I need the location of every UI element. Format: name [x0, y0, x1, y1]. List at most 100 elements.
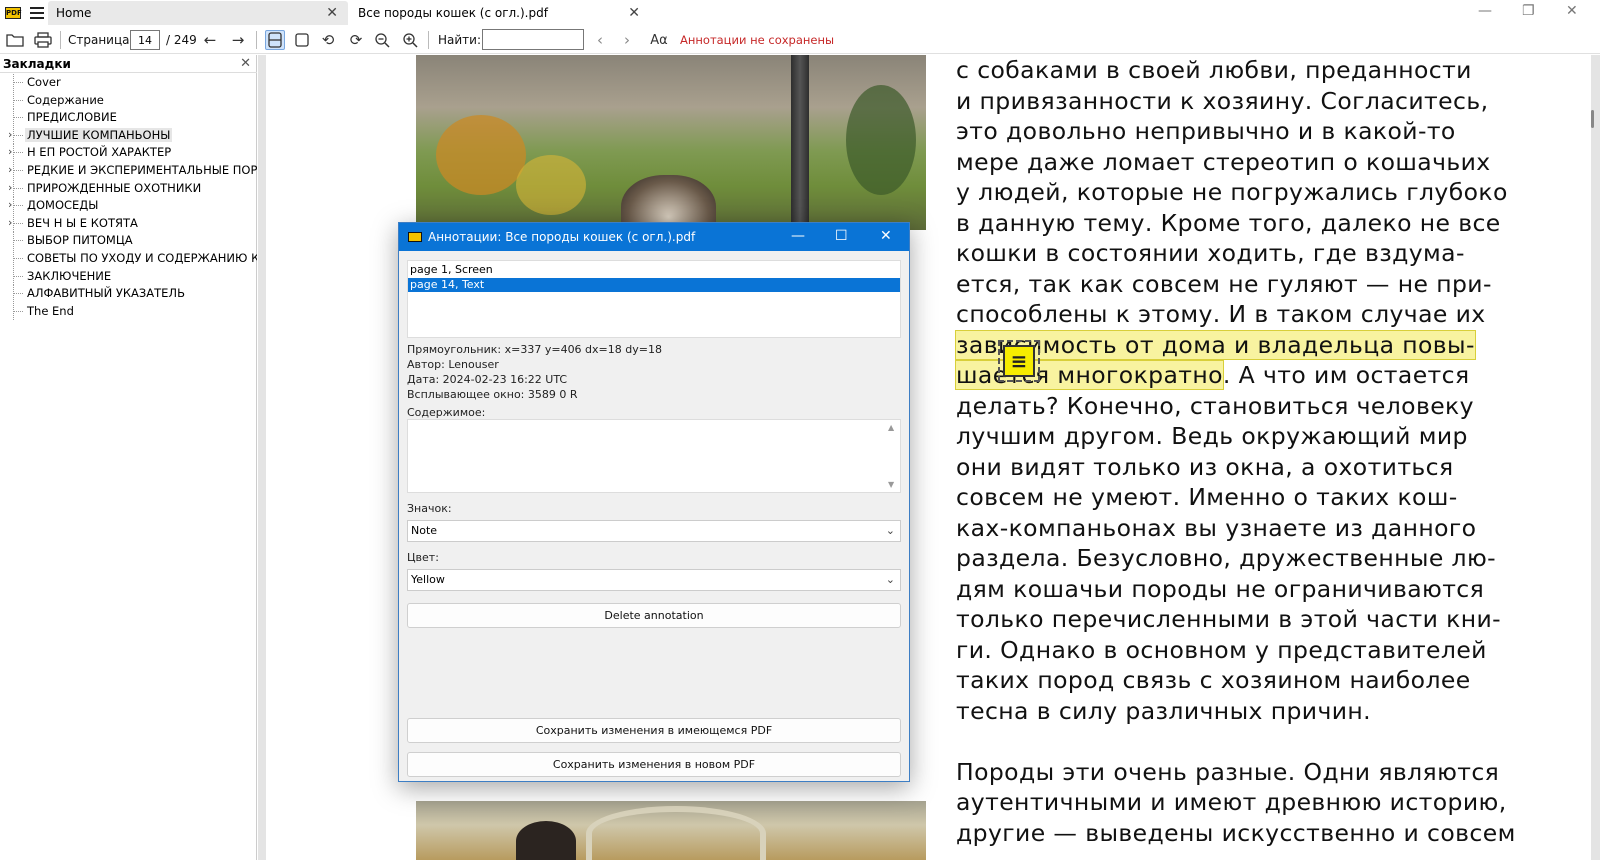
rotate-right-icon[interactable]: ⟳ — [346, 30, 366, 50]
text-line: Породы эти очень разные. Одни являются — [956, 757, 1500, 786]
text-line: это довольно непривычно и в какой-то — [956, 117, 1456, 145]
annotation-rect: Прямоугольник: x=337 y=406 dx=18 dy=18 — [407, 343, 662, 356]
find-input[interactable] — [482, 29, 584, 50]
minimize-window-icon[interactable]: — — [1478, 3, 1492, 19]
bookmark-label: ЗАКЛЮЧЕНИЕ — [27, 268, 112, 283]
cat-photo-top — [416, 55, 926, 245]
text-line: ках-компаньонах вы узнаете из данного — [956, 513, 1477, 542]
close-icon[interactable]: ✕ — [240, 56, 251, 71]
save-existing-pdf-button[interactable]: Сохранить изменения в имеющемся PDF — [407, 718, 901, 743]
icon-select[interactable]: Note ⌄ — [407, 520, 901, 542]
bookmark-item[interactable]: › ПРИРОЖДЕННЫЕ ОХОТНИКИ — [0, 179, 257, 197]
tab-bar: PDF Home ✕ Все породы кошек (с огл.).pdf… — [0, 0, 1600, 26]
bookmarks-header: Закладки ✕ — [0, 55, 257, 73]
text-line: у людей, которые не погружались глубоко — [956, 178, 1508, 206]
tab-home[interactable]: Home ✕ — [48, 1, 348, 25]
chevron-right-icon[interactable]: › — [8, 128, 12, 141]
close-icon[interactable]: ✕ — [326, 5, 338, 21]
content-textarea[interactable]: ▲ ▼ — [407, 419, 901, 493]
bookmark-item[interactable]: Cover — [0, 74, 257, 91]
print-icon[interactable] — [33, 30, 53, 50]
bookmark-label: АЛФАВИТНЫЙ УКАЗАТЕЛЬ — [27, 286, 185, 301]
bookmark-item[interactable]: › ЛУЧШИЕ КОМПАНЬОНЫ — [0, 126, 257, 144]
find-next-icon[interactable]: › — [617, 30, 637, 50]
bookmark-item[interactable]: Содержание — [0, 91, 257, 109]
bookmark-item[interactable]: ЗАКЛЮЧЕНИЕ — [0, 267, 257, 285]
restore-window-icon[interactable]: ❐ — [1522, 3, 1535, 19]
bookmark-label: Содержание — [27, 92, 104, 107]
note-annotation-icon[interactable]: ≡ — [998, 340, 1040, 382]
scrollbar[interactable]: ▲ ▼ — [886, 420, 900, 492]
dialog-titlebar[interactable]: Аннотации: Все породы кошек (с огл.).pdf… — [399, 223, 909, 251]
chevron-right-icon[interactable]: › — [8, 198, 12, 211]
scrollbar-thumb[interactable] — [1591, 110, 1594, 128]
save-new-pdf-button[interactable]: Сохранить изменения в новом PDF — [407, 752, 901, 777]
icon-select-value: Note — [411, 524, 438, 537]
chevron-down-icon: ⌄ — [885, 573, 895, 586]
annotation-popup: Всплывающее окно: 3589 0 R — [407, 388, 578, 401]
bookmark-item[interactable]: СОВЕТЫ ПО УХОДУ И СОДЕРЖАНИЮ КОШЕК — [0, 250, 257, 267]
bookmark-label: ВЕЧ Н Ы Е КОТЯТА — [27, 215, 138, 230]
annotation-date: Дата: 2024-02-23 16:22 UTC — [407, 373, 568, 386]
scroll-up-icon[interactable]: ▲ — [888, 423, 894, 432]
page-text: с собаками в своей любви, преданности и п… — [955, 55, 1515, 848]
annotation-list-item[interactable]: page 1, Screen — [408, 263, 900, 277]
text-line: . А что им остается — [1222, 361, 1470, 389]
annotations-unsaved-status: Аннотации не сохранены — [680, 33, 835, 47]
annotation-list-item[interactable]: page 14, Text — [408, 278, 900, 292]
text-line: аутентичными и имеют древнюю историю, — [956, 788, 1507, 816]
bookmark-item[interactable]: › РЕДКИЕ И ЭКСПЕРИМЕНТАЛЬНЫЕ ПОРОДЫ — [0, 162, 257, 179]
scroll-down-icon[interactable]: ▼ — [888, 480, 894, 489]
zoom-in-icon[interactable] — [400, 30, 420, 50]
delete-annotation-button[interactable]: Delete annotation — [407, 603, 901, 628]
bookmark-item[interactable]: АЛФАВИТНЫЙ УКАЗАТЕЛЬ — [0, 285, 257, 303]
text-line: в данную тему. Кроме того, далеко не все — [956, 208, 1501, 237]
page-label: Страница: — [68, 33, 134, 47]
bookmark-item[interactable]: › ВЕЧ Н Ы Е КОТЯТА — [0, 214, 257, 232]
arrow-left-icon[interactable]: ← — [200, 30, 220, 50]
zoom-out-icon[interactable] — [372, 30, 392, 50]
chevron-right-icon[interactable]: › — [8, 216, 12, 229]
rotate-left-icon[interactable]: ⟲ — [318, 30, 338, 50]
single-page-icon[interactable] — [292, 30, 312, 50]
maximize-icon[interactable]: ☐ — [835, 228, 848, 244]
bookmark-label: ПРИРОЖДЕННЫЕ ОХОТНИКИ — [27, 180, 202, 195]
bookmark-item[interactable]: ВЫБОР ПИТОМЦА — [0, 232, 257, 250]
tab-document[interactable]: Все породы кошек (с огл.).pdf ✕ — [350, 1, 650, 25]
page-total: / 249 — [166, 33, 197, 47]
find-label: Найти: — [438, 33, 482, 47]
close-window-icon[interactable]: ✕ — [1566, 3, 1578, 19]
bookmark-item[interactable]: › ДОМОСЕДЫ — [0, 197, 257, 215]
app-logo-icon — [408, 232, 422, 242]
bookmark-item[interactable]: The End — [0, 302, 257, 320]
bookmark-label: ЛУЧШИЕ КОМПАНЬОНЫ — [25, 127, 173, 142]
chevron-right-icon[interactable]: › — [8, 163, 12, 176]
content-value — [408, 420, 900, 426]
chevron-right-icon[interactable]: › — [8, 145, 12, 158]
bookmarks-title: Закладки — [3, 57, 71, 71]
text-line: совсем не умеют. Именно о таких кош- — [956, 483, 1458, 511]
chevron-right-icon[interactable]: › — [8, 181, 12, 194]
close-icon[interactable]: ✕ — [628, 5, 640, 21]
bookmark-label: ВЫБОР ПИТОМЦА — [27, 233, 133, 248]
app-logo-icon: PDF — [5, 7, 22, 19]
bookmark-item[interactable]: › Н ЕП РОСТОЙ ХАРАКТЕР — [0, 144, 257, 162]
bookmark-label: The End — [27, 303, 74, 318]
highlighted-text[interactable]: шается многократно — [955, 360, 1224, 390]
find-previous-icon[interactable]: ‹ — [590, 30, 610, 50]
minimize-icon[interactable]: — — [791, 228, 805, 244]
match-case-icon[interactable]: Aα — [645, 30, 673, 50]
open-folder-icon[interactable] — [5, 30, 25, 50]
page-number-input[interactable] — [130, 30, 160, 50]
menu-icon[interactable] — [29, 6, 45, 20]
annotation-author: Автор: Lenouser — [407, 358, 499, 371]
annotations-dialog: Аннотации: Все породы кошек (с огл.).pdf… — [398, 222, 910, 782]
chevron-down-icon: ⌄ — [885, 524, 895, 537]
color-select[interactable]: Yellow ⌄ — [407, 569, 901, 591]
bookmark-item[interactable]: ПРЕДИСЛОВИЕ — [0, 109, 257, 127]
close-icon[interactable]: ✕ — [880, 228, 892, 244]
text-line: они видят только из окна, а охотиться — [956, 452, 1454, 481]
arrow-right-icon[interactable]: → — [228, 30, 248, 50]
text-line: кошки в состоянии ходить, где вздума- — [956, 239, 1465, 267]
continuous-view-icon[interactable] — [265, 30, 285, 50]
